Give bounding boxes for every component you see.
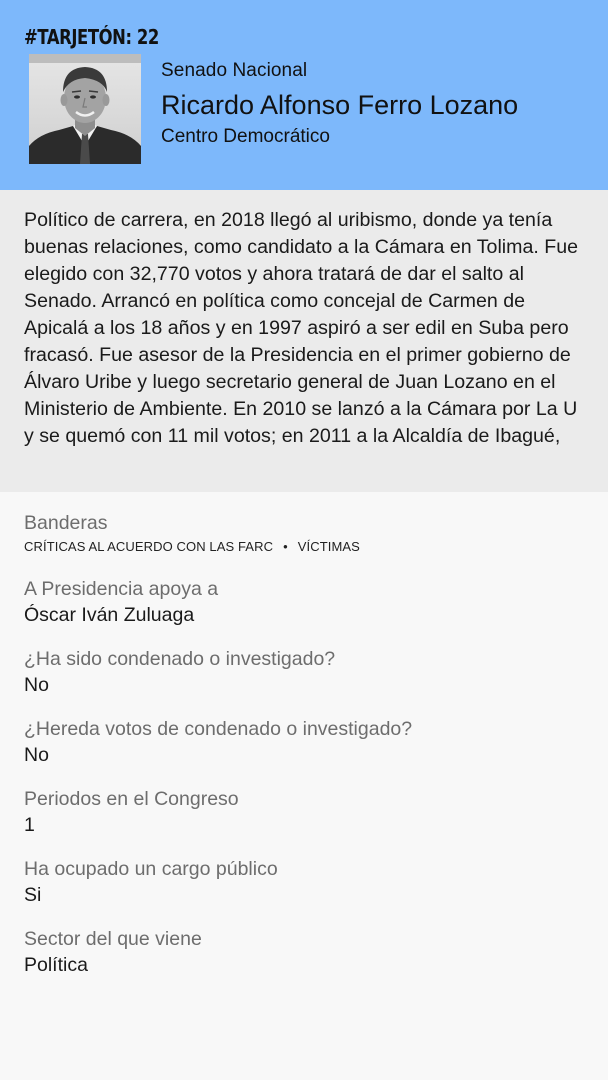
presidencia-value: Óscar Iván Zuluaga	[24, 604, 195, 626]
sector-field: Sector del que viene Política	[24, 926, 584, 978]
sector-label: Sector del que viene	[24, 928, 202, 950]
biography-text: Político de carrera, en 2018 llegó al ur…	[24, 209, 579, 447]
banderas-field: Banderas CRÍTICAS AL ACUERDO CON LAS FAR…	[24, 510, 584, 556]
presidencia-field: A Presidencia apoya a Óscar Iván Zuluaga	[24, 576, 584, 628]
hereda-value: No	[24, 744, 49, 766]
chamber-label: Senado Nacional	[161, 60, 308, 81]
candidate-photo	[29, 54, 141, 164]
cargo-value: Si	[24, 884, 42, 906]
condenado-field: ¿Ha sido condenado o investigado? No	[24, 646, 584, 698]
hereda-label: ¿Hereda votos de condenado o investigado…	[24, 718, 413, 740]
candidate-portrait-icon	[29, 54, 141, 164]
sector-value: Política	[24, 954, 88, 976]
biography-section: Político de carrera, en 2018 llegó al ur…	[0, 190, 608, 492]
banderas-label: Banderas	[24, 512, 108, 534]
bandera-item: VÍCTIMAS	[297, 539, 360, 554]
candidate-info: Senado Nacional Ricardo Alfonso Ferro Lo…	[161, 58, 518, 150]
candidate-details: Banderas CRÍTICAS AL ACUERDO CON LAS FAR…	[0, 492, 608, 978]
cargo-field: Ha ocupado un cargo público Si	[24, 856, 584, 908]
condenado-label: ¿Ha sido condenado o investigado?	[24, 648, 336, 670]
bandera-separator: •	[283, 539, 288, 554]
hereda-field: ¿Hereda votos de condenado o investigado…	[24, 716, 584, 768]
periodos-value: 1	[24, 814, 35, 836]
ballot-number: #TARJETÓN: 22	[24, 25, 159, 49]
bandera-item: CRÍTICAS AL ACUERDO CON LAS FARC	[24, 539, 274, 554]
presidencia-label: A Presidencia apoya a	[24, 578, 219, 600]
candidate-name: Ricardo Alfonso Ferro Lozano	[161, 90, 519, 120]
condenado-value: No	[24, 674, 49, 696]
periodos-label: Periodos en el Congreso	[24, 788, 239, 810]
party-name: Centro Democrático	[161, 126, 330, 147]
periodos-field: Periodos en el Congreso 1	[24, 786, 584, 838]
candidate-header: #TARJETÓN: 22 Senado Nacional Ricardo Al…	[0, 0, 608, 190]
banderas-list: CRÍTICAS AL ACUERDO CON LAS FARC • VÍCTIMA…	[24, 538, 584, 556]
cargo-label: Ha ocupado un cargo público	[24, 858, 278, 880]
